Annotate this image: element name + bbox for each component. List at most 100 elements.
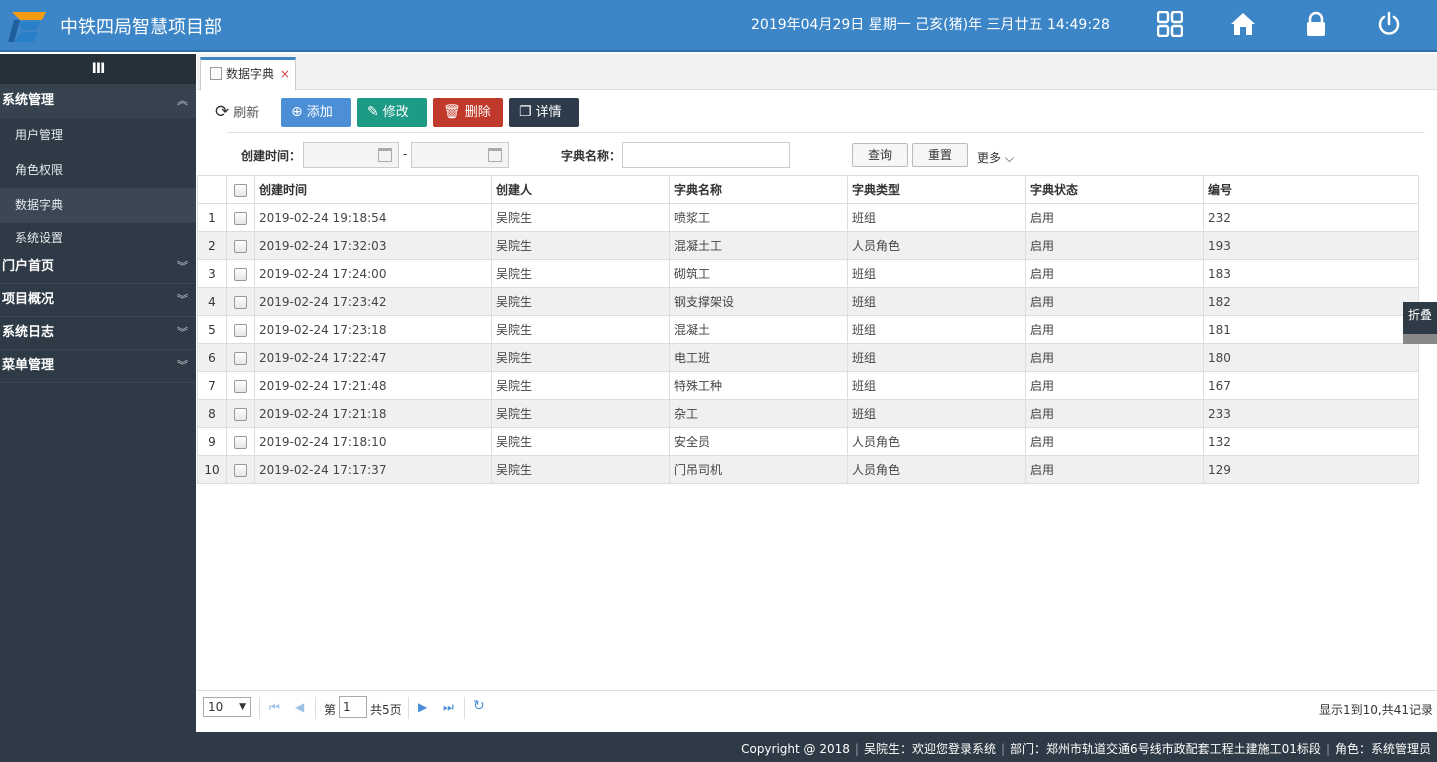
next-page-icon[interactable]: ▶ — [418, 700, 427, 714]
cell-type: 班组 — [847, 315, 1026, 344]
add-button[interactable]: ⊕ 添加 — [281, 98, 351, 127]
sidebar-group-label: 项目概况 — [2, 292, 55, 307]
row-checkbox[interactable] — [226, 399, 255, 428]
cell-code: 129 — [1203, 455, 1419, 484]
footer-text: Copyright @ 2018 | 吴院生：欢迎您登录系统 | 部门：郑州市轨道交通6… — [741, 740, 1431, 757]
sidebar-group-project[interactable]: 项目概况 ︾ — [0, 284, 196, 317]
column-header[interactable]: 创建人 — [491, 175, 670, 204]
table-row[interactable]: 1 2019-02-24 19:18:54 吴院生 喷浆工 班组 启用 232 — [197, 203, 1419, 232]
first-page-icon[interactable]: ⏮ — [269, 700, 280, 715]
row-checkbox[interactable] — [226, 231, 255, 260]
toolbar: ⟳ 刷新 ⊕ 添加 ✎ 修改 🗑 删除 ❐ 详情 — [197, 98, 1437, 128]
cell-status: 启用 — [1025, 455, 1204, 484]
sidebar-item-settings[interactable]: 系统设置 — [0, 223, 196, 251]
cell-created: 2019-02-24 17:22:47 — [254, 343, 492, 372]
column-header[interactable]: 字典状态 — [1025, 175, 1204, 204]
grid-menu-icon[interactable] — [1157, 11, 1183, 37]
cell-name: 特殊工种 — [669, 371, 848, 400]
cell-code: 132 — [1203, 427, 1419, 456]
page-number-input[interactable]: 1 — [339, 696, 367, 718]
refresh-button[interactable]: ⟳ 刷新 — [215, 98, 259, 127]
sidebar-item-roles[interactable]: 角色权限 — [0, 153, 196, 188]
table-row[interactable]: 4 2019-02-24 17:23:42 吴院生 钢支撑架设 班组 启用 182 — [197, 287, 1419, 316]
pager-separator — [464, 697, 465, 719]
row-checkbox[interactable] — [226, 427, 255, 456]
footer-separator: | — [854, 742, 859, 756]
cell-created: 2019-02-24 19:18:54 — [254, 203, 492, 232]
pager-separator — [408, 697, 409, 719]
sidebar-toggle-button[interactable]: III — [0, 54, 196, 84]
reload-icon[interactable]: ↻ — [473, 698, 485, 714]
calendar-icon[interactable] — [378, 148, 392, 162]
cell-type: 班组 — [847, 399, 1026, 428]
plus-circle-icon: ⊕ — [291, 104, 303, 120]
cell-name: 混凝土工 — [669, 231, 848, 260]
dict-name-input[interactable] — [622, 142, 790, 168]
query-button[interactable]: 查询 — [852, 143, 908, 167]
row-checkbox[interactable] — [226, 203, 255, 232]
sidebar-item-dictionary[interactable]: 数据字典 — [0, 188, 196, 223]
cell-code: 232 — [1203, 203, 1419, 232]
fold-tab[interactable]: 折叠 — [1403, 302, 1437, 344]
table-row[interactable]: 8 2019-02-24 17:21:18 吴院生 杂工 班组 启用 233 — [197, 399, 1419, 428]
pager-separator — [259, 697, 260, 719]
cell-created: 2019-02-24 17:21:48 — [254, 371, 492, 400]
close-icon[interactable]: × — [280, 67, 290, 81]
column-header[interactable]: 字典名称 — [669, 175, 848, 204]
prev-page-icon[interactable]: ◀ — [295, 700, 304, 714]
footer-separator: | — [1000, 742, 1006, 756]
table-row[interactable]: 10 2019-02-24 17:17:37 吴院生 门吊司机 人员角色 启用 129 — [197, 455, 1419, 484]
created-time-label: 创建时间： — [241, 149, 302, 163]
cell-code: 193 — [1203, 231, 1419, 260]
select-all-checkbox[interactable] — [226, 175, 255, 204]
copy-icon: ❐ — [519, 104, 532, 120]
cell-creator: 吴院生 — [491, 287, 670, 316]
power-icon[interactable] — [1376, 11, 1402, 37]
row-checkbox[interactable] — [226, 259, 255, 288]
table-row[interactable]: 3 2019-02-24 17:24:00 吴院生 砌筑工 班组 启用 183 — [197, 259, 1419, 288]
row-index: 5 — [197, 315, 227, 344]
sidebar-group-menus[interactable]: 菜单管理 ︾ — [0, 350, 196, 383]
row-checkbox[interactable] — [226, 371, 255, 400]
cell-status: 启用 — [1025, 231, 1204, 260]
delete-button[interactable]: 🗑 删除 — [433, 98, 503, 127]
column-header[interactable]: 字典类型 — [847, 175, 1026, 204]
cell-created: 2019-02-24 17:17:37 — [254, 455, 492, 484]
sidebar-group-portal[interactable]: 门户首页 ︾ — [0, 251, 196, 284]
sidebar-group-logs[interactable]: 系统日志 ︾ — [0, 317, 196, 350]
row-checkbox[interactable] — [226, 343, 255, 372]
table-row[interactable]: 6 2019-02-24 17:22:47 吴院生 电工班 班组 启用 180 — [197, 343, 1419, 372]
table-row[interactable]: 5 2019-02-24 17:23:18 吴院生 混凝土 班组 启用 181 — [197, 315, 1419, 344]
filter-bar: 创建时间： - 字典名称： 查询 重置 更多 ⌵ — [197, 140, 1437, 170]
row-checkbox[interactable] — [226, 287, 255, 316]
column-header[interactable]: 编号 — [1203, 175, 1419, 204]
chevron-down-icon: ︾ — [177, 293, 188, 306]
created-to-input[interactable] — [411, 142, 509, 168]
lock-icon[interactable] — [1303, 11, 1329, 37]
cell-creator: 吴院生 — [491, 259, 670, 288]
sidebar-item-users[interactable]: 用户管理 — [0, 118, 196, 153]
row-checkbox[interactable] — [226, 455, 255, 484]
home-icon[interactable] — [1230, 11, 1256, 37]
calendar-icon[interactable] — [488, 148, 502, 162]
created-from-input[interactable] — [303, 142, 399, 168]
table-row[interactable]: 9 2019-02-24 17:18:10 吴院生 安全员 人员角色 启用 132 — [197, 427, 1419, 456]
cell-name: 砌筑工 — [669, 259, 848, 288]
table-row[interactable]: 7 2019-02-24 17:21:48 吴院生 特殊工种 班组 启用 167 — [197, 371, 1419, 400]
table-row[interactable]: 2 2019-02-24 17:32:03 吴院生 混凝土工 人员角色 启用 193 — [197, 231, 1419, 260]
detail-button[interactable]: ❐ 详情 — [509, 98, 579, 127]
row-checkbox[interactable] — [226, 315, 255, 344]
column-header[interactable]: 创建时间 — [254, 175, 492, 204]
edit-button[interactable]: ✎ 修改 — [357, 98, 427, 127]
refresh-label: 刷新 — [233, 106, 260, 121]
tab-label: 数据字典 — [226, 67, 275, 81]
more-filters-toggle[interactable]: 更多 ⌵ — [977, 149, 1014, 166]
page-size-select[interactable]: 10 ▼ — [203, 697, 251, 717]
tab-dictionary[interactable]: 数据字典 × — [200, 57, 296, 90]
fold-label: 折叠 — [1407, 308, 1432, 322]
detail-label: 详情 — [535, 105, 562, 120]
reset-button[interactable]: 重置 — [912, 143, 968, 167]
role-text: 角色：系统管理员 — [1334, 742, 1431, 756]
sidebar-group-system[interactable]: 系统管理 ︽ — [0, 84, 196, 118]
last-page-icon[interactable]: ⏭ — [443, 700, 454, 715]
